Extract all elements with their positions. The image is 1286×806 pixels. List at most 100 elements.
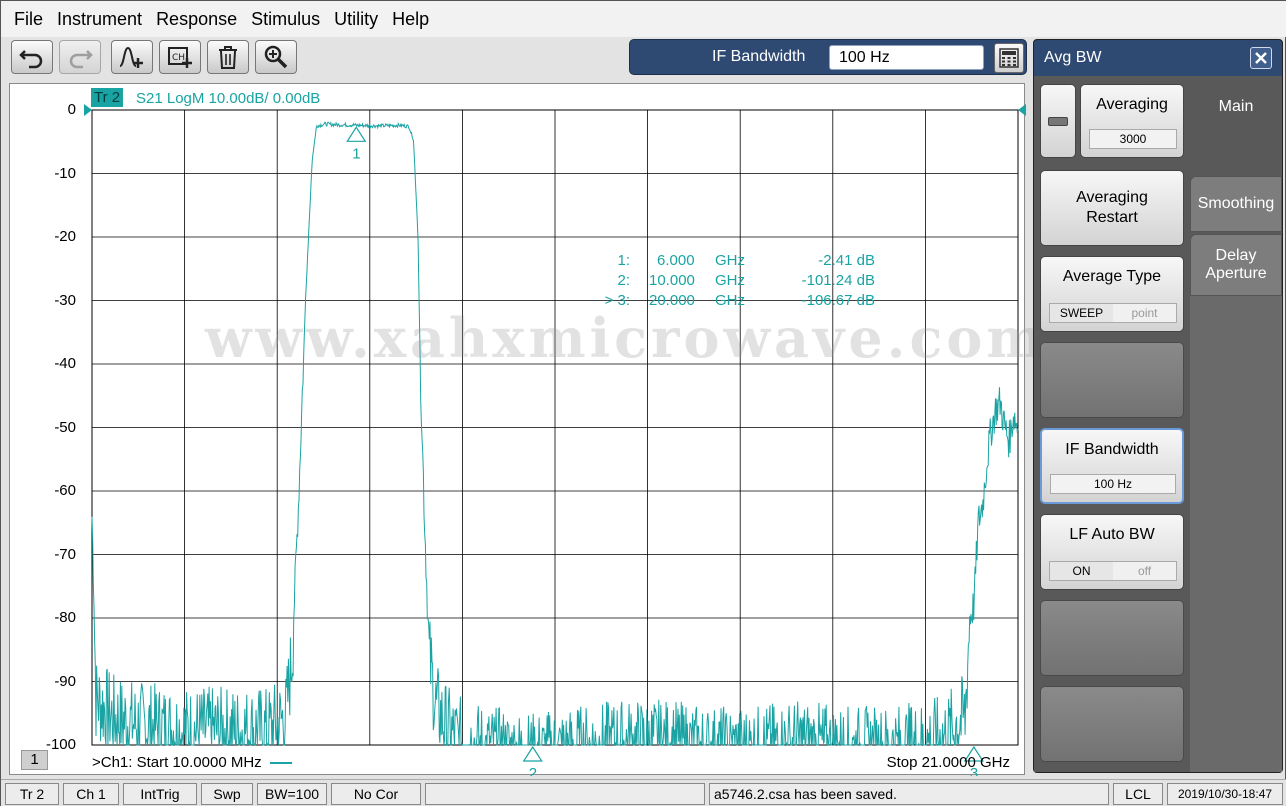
- average-type-sweep-option[interactable]: SWEEP: [1050, 304, 1113, 322]
- undo-icon: [19, 50, 43, 69]
- status-bandwidth[interactable]: BW=100: [257, 783, 327, 805]
- trace-tag[interactable]: Tr 2: [91, 88, 124, 107]
- trash-icon: [219, 46, 237, 69]
- y-axis-tick-label: -90: [54, 672, 76, 690]
- add-channel-icon: CH: [168, 47, 192, 68]
- status-datetime: 2019/10/30-18:47: [1167, 783, 1283, 805]
- status-bar: Tr 2 Ch 1 IntTrig Swp BW=100 No Cor a574…: [1, 779, 1286, 806]
- if-bandwidth-button[interactable]: IF Bandwidth 100 Hz: [1040, 428, 1184, 504]
- y-axis-tick-label: 0: [67, 101, 76, 118]
- marker-1-label: 1: [352, 145, 360, 162]
- marker-row-3: > 3: 20.000 GHz -106.67 dB: [595, 291, 885, 311]
- marker-1-triangle: [346, 126, 367, 142]
- keypad-button[interactable]: [994, 43, 1024, 73]
- tab-main[interactable]: Main: [1190, 76, 1282, 176]
- lf-auto-bw-toggle[interactable]: ON off: [1049, 561, 1177, 581]
- lf-auto-bw-off-option[interactable]: off: [1113, 562, 1176, 580]
- y-axis-tick-label: -50: [54, 418, 76, 436]
- status-sweep[interactable]: Swp: [201, 783, 253, 805]
- if-bandwidth-input[interactable]: 100 Hz: [829, 45, 984, 70]
- averaging-restart-line2: Restart: [1086, 209, 1138, 226]
- marker-unit: GHz: [715, 292, 745, 309]
- average-type-point-option[interactable]: point: [1113, 304, 1176, 322]
- menu-instrument[interactable]: Instrument: [50, 1, 149, 37]
- y-axis-tick-label: -80: [54, 609, 76, 626]
- zoom-in-icon: [264, 45, 288, 69]
- marker-row-2: 2: 10.000 GHz -101.24 dB: [595, 271, 885, 291]
- if-bandwidth-softkey-value[interactable]: 100 Hz: [1050, 474, 1176, 494]
- vna-application-window: File Instrument Response Stimulus Utilit…: [0, 0, 1286, 806]
- close-icon: [1255, 52, 1267, 64]
- average-type-button[interactable]: Average Type SWEEP point: [1040, 256, 1184, 332]
- marker-value: -101.24 dB: [801, 272, 875, 289]
- undo-button[interactable]: [11, 40, 53, 74]
- averaging-restart-line1: Averaging: [1076, 189, 1148, 206]
- if-bandwidth-entry-bar: IF Bandwidth 100 Hz: [629, 39, 1027, 75]
- y-axis-tick-label: -10: [54, 164, 76, 182]
- status-correction[interactable]: No Cor: [331, 783, 421, 805]
- average-type-toggle[interactable]: SWEEP point: [1049, 303, 1177, 323]
- marker-prefix: 1:: [617, 252, 630, 269]
- averaging-button[interactable]: Averaging 3000: [1080, 84, 1184, 158]
- menu-help[interactable]: Help: [385, 1, 436, 37]
- averaging-toggle-button[interactable]: [1040, 84, 1076, 158]
- lf-auto-bw-button[interactable]: LF Auto BW ON off: [1040, 514, 1184, 590]
- menu-response[interactable]: Response: [149, 1, 244, 37]
- marker-unit: GHz: [715, 252, 745, 269]
- marker-readout-table: 1: 6.000 GHz -2.41 dB 2: 10.000 GHz -101…: [595, 251, 885, 311]
- avg-bw-softkey-panel: Avg BW Averaging 3000 Averaging Restart …: [1033, 39, 1283, 773]
- marker-2-label: 2: [529, 765, 537, 776]
- averaging-count-value[interactable]: 3000: [1089, 129, 1177, 149]
- marker-frequency: 20.000: [649, 292, 695, 309]
- y-axis-tick-label: -30: [54, 291, 76, 309]
- status-channel[interactable]: Ch 1: [63, 783, 119, 805]
- redo-button[interactable]: [59, 40, 101, 74]
- sweep-stop-label: Stop 21.0000 GHz: [886, 754, 1010, 771]
- status-trigger[interactable]: IntTrig: [123, 783, 197, 805]
- sweep-start-label: >Ch1: Start 10.0000 MHz: [92, 754, 292, 771]
- calculator-icon: [999, 48, 1019, 68]
- measurement-chart-window[interactable]: 123 Tr 2 S21 LogM 10.00dB/ 0.00dB 0 -10 -2…: [9, 83, 1044, 776]
- averaging-off-indicator: [1048, 117, 1068, 126]
- averaging-restart-button[interactable]: Averaging Restart: [1040, 170, 1184, 246]
- add-channel-button[interactable]: CH: [159, 40, 201, 74]
- if-bandwidth-label: IF Bandwidth: [712, 48, 806, 65]
- reference-level-marker-right: [1018, 104, 1026, 116]
- chart-plot: 12 3: [84, 104, 1026, 776]
- empty-softkey-2: [1040, 600, 1184, 676]
- marker-prefix: > 3:: [604, 292, 630, 309]
- tab-smoothing[interactable]: Smoothing: [1190, 176, 1282, 232]
- tab-column-background: [1190, 296, 1282, 772]
- delete-button[interactable]: [207, 40, 249, 74]
- sweep-start-text: >Ch1: Start 10.0000 MHz: [92, 754, 262, 771]
- marker-prefix: 2:: [617, 272, 630, 289]
- channel-badge[interactable]: 1: [21, 750, 48, 770]
- panel-close-button[interactable]: [1250, 47, 1272, 69]
- status-lcl: LCL: [1113, 783, 1163, 805]
- zoom-button[interactable]: [255, 40, 297, 74]
- menu-bar: File Instrument Response Stimulus Utilit…: [1, 1, 1286, 37]
- averaging-label: Averaging: [1096, 96, 1168, 113]
- add-trace-button[interactable]: [111, 40, 153, 74]
- redo-icon: [69, 50, 93, 69]
- lf-auto-bw-on-option[interactable]: ON: [1050, 562, 1113, 580]
- panel-body: Averaging 3000 Averaging Restart Average…: [1034, 76, 1282, 772]
- status-empty-field: [425, 783, 705, 805]
- marker-unit: GHz: [715, 272, 745, 289]
- tab-delay-aperture[interactable]: Delay Aperture: [1190, 234, 1282, 296]
- menu-file[interactable]: File: [7, 1, 50, 37]
- y-axis-tick-label: -20: [54, 228, 76, 245]
- marker-frequency: 6.000: [657, 252, 695, 269]
- status-trace[interactable]: Tr 2: [5, 783, 59, 805]
- y-axis-tick-label: -60: [54, 482, 76, 499]
- add-trace-icon: [119, 46, 143, 68]
- tab-delay-line1: Delay: [1215, 247, 1257, 264]
- trace-description: S21 LogM 10.00dB/ 0.00dB: [136, 90, 321, 107]
- average-type-label: Average Type: [1062, 268, 1162, 285]
- menu-stimulus[interactable]: Stimulus: [244, 1, 327, 37]
- toolbar: CH IF Bandwidth 100 Hz: [1, 37, 1031, 79]
- panel-title: Avg BW: [1044, 49, 1102, 66]
- marker-frequency: 10.000: [649, 272, 695, 289]
- if-bandwidth-softkey-label: IF Bandwidth: [1065, 441, 1159, 458]
- menu-utility[interactable]: Utility: [327, 1, 385, 37]
